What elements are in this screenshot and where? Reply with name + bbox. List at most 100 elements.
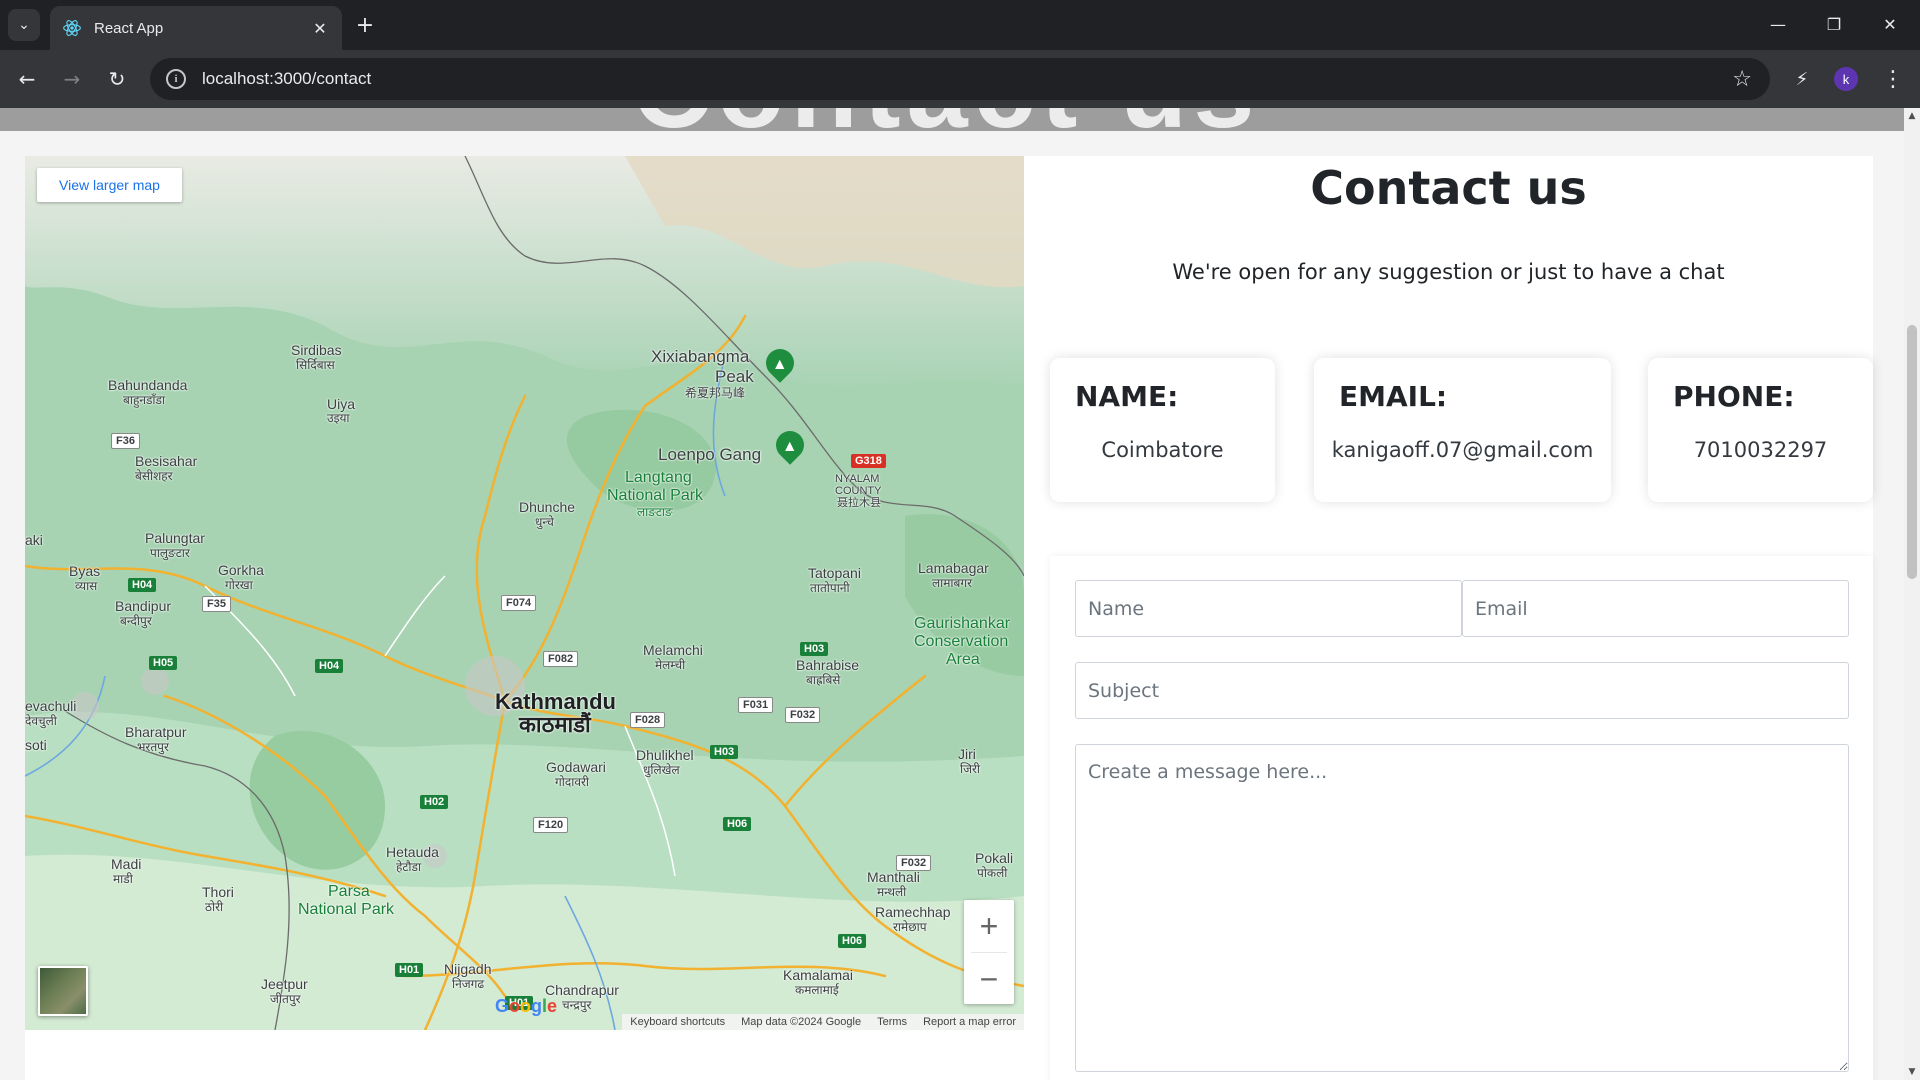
map-label-langtang-np: National Park — [607, 487, 704, 504]
map-label-jeetpur: Jeetpur — [261, 976, 308, 992]
map-label-peak: Peak — [715, 367, 754, 386]
url-text[interactable]: localhost:3000/contact — [202, 69, 1732, 89]
email-input[interactable] — [1462, 580, 1849, 637]
contact-form — [1050, 556, 1873, 1080]
map-label-madi-dev: माडी — [113, 872, 133, 886]
contact-subtitle: We're open for any suggestion or just to… — [1172, 260, 1725, 284]
map-label-chandrapur-dev: चन्द्रपुर — [562, 998, 592, 1012]
info-card-label: EMAIL: — [1339, 380, 1448, 413]
hero-banner: Contact us — [0, 108, 1904, 131]
map-label-godawari-dev: गोदावरी — [555, 775, 590, 789]
map-label-soti: soti — [25, 737, 47, 753]
info-card-email: EMAIL: kanigaoff.07@gmail.com — [1314, 358, 1611, 502]
map-label-bahundanda: Bahundanda — [108, 377, 188, 393]
map-label-langtang: Langtang — [625, 469, 692, 486]
map-data-text: Map data ©2024 Google — [741, 1016, 862, 1028]
map-label-xixiabangma: Xixiabangma — [651, 347, 750, 366]
map-label-kamalamai-dev: कमलामाई — [795, 983, 839, 997]
map-label-ramechhap-dev: रामेछाप — [893, 920, 927, 934]
map-terrain — [25, 156, 1024, 1030]
restore-icon[interactable]: ❐ — [1814, 10, 1854, 38]
map-label-gorkha-dev: गोरखा — [225, 578, 253, 592]
map-label-dhulikhel-dev: धुलिखेल — [643, 763, 680, 777]
map-label-uiya-dev: उइया — [327, 411, 350, 425]
new-tab-plus-icon[interactable]: + — [352, 12, 378, 38]
map-label-thori: Thori — [202, 884, 234, 900]
keyboard-shortcuts-link[interactable]: Keyboard shortcuts — [622, 1016, 733, 1028]
map-label-dhulikhel: Dhulikhel — [636, 747, 694, 763]
subject-input[interactable] — [1075, 662, 1849, 719]
map-label-melamchi-dev: मेलम्ची — [655, 658, 686, 672]
map-label-evachuli: evachuli — [25, 698, 77, 714]
browser-tab[interactable]: React App ✕ — [50, 6, 342, 50]
map-label-kathmandu: Kathmandu — [495, 689, 616, 714]
map-label-nyalam-county: COUNTY — [835, 485, 882, 497]
road-badge: H06 — [838, 934, 867, 948]
map-label-byas: Byas — [69, 563, 101, 579]
map-label-sirdibas-dev: सिर्दिबास — [296, 358, 335, 372]
back-arrow-icon[interactable]: ← — [12, 64, 42, 94]
site-info-icon[interactable]: i — [166, 69, 186, 89]
report-map-error-link[interactable]: Report a map error — [915, 1016, 1024, 1028]
map-label-ramechhap: Ramechhap — [875, 904, 951, 920]
map-label-parsa-np: National Park — [298, 901, 395, 918]
map-label-loenpo: Loenpo Gang — [658, 445, 762, 464]
road-badge: F36 — [111, 433, 140, 449]
window-close-icon[interactable]: ✕ — [1870, 10, 1910, 38]
map-label-evachuli-dev: देवचुली — [25, 714, 57, 728]
info-card-value: 7010032297 — [1693, 438, 1828, 462]
extension-icon[interactable]: ⚡ — [1788, 65, 1816, 93]
scrollbar-thumb[interactable] — [1907, 325, 1917, 579]
minimize-icon[interactable]: — — [1758, 10, 1798, 38]
google-logo: Google — [495, 996, 558, 1016]
bookmark-star-icon[interactable]: ☆ — [1732, 67, 1752, 92]
page-viewport: Contact us — [0, 108, 1904, 1080]
name-input[interactable] — [1075, 580, 1462, 637]
hero-title: Contact us — [632, 108, 1260, 131]
browser-menu-icon[interactable]: ⋮ — [1880, 64, 1906, 94]
satellite-layer-toggle[interactable] — [38, 966, 88, 1016]
view-larger-map-link[interactable]: View larger map — [37, 168, 182, 202]
map-label-uiya: Uiya — [327, 396, 356, 412]
map-label-bandipur-dev: बन्दीपुर — [120, 614, 152, 628]
map-label-manthali: Manthali — [867, 869, 920, 885]
forward-arrow-icon[interactable]: → — [57, 64, 87, 94]
zoom-in-button[interactable]: + — [964, 900, 1014, 952]
map-label-melamchi: Melamchi — [643, 642, 703, 658]
road-badge: H05 — [149, 656, 178, 670]
scroll-down-arrow-icon[interactable]: ▼ — [1904, 1064, 1920, 1080]
terms-link[interactable]: Terms — [869, 1016, 915, 1028]
message-textarea[interactable] — [1075, 744, 1849, 1072]
map-label-dhunche-dev: धुन्चे — [535, 515, 554, 529]
map-label-lamabagar-dev: लामाबगर — [932, 576, 973, 590]
reload-icon[interactable]: ↻ — [102, 64, 132, 94]
map-label-jiri-dev: जिरी — [960, 762, 981, 776]
map-label-palungtar: Palungtar — [145, 530, 205, 546]
tab-search-chevron-icon[interactable]: ⌄ — [8, 9, 40, 41]
info-card-label: NAME: — [1075, 380, 1179, 413]
road-badge: F032 — [785, 707, 821, 723]
map-label-area: Area — [946, 651, 980, 668]
map-zoom-controls: + − — [964, 900, 1014, 1004]
tab-close-icon[interactable]: ✕ — [310, 19, 330, 38]
google-map[interactable]: Kathmandu काठमाडौं Xixiabangma Peak 希夏邦马… — [25, 156, 1024, 1030]
page-scrollbar[interactable]: ▲ ▼ — [1904, 108, 1920, 1080]
profile-avatar[interactable]: k — [1834, 67, 1858, 91]
map-label-nyalam-cn: 聂拉木县 — [837, 497, 881, 509]
map-label-conservation: Conservation — [914, 633, 1009, 650]
road-badge: F120 — [533, 817, 569, 833]
road-badge: H03 — [710, 745, 739, 759]
scroll-up-arrow-icon[interactable]: ▲ — [1904, 108, 1920, 124]
map-label-palungtar-dev: पालुङटार — [150, 546, 190, 560]
zoom-out-button[interactable]: − — [964, 953, 1014, 1005]
tab-title: React App — [94, 19, 164, 37]
map-label-madi: Madi — [111, 856, 142, 872]
address-bar[interactable]: i localhost:3000/contact ☆ — [150, 58, 1770, 100]
contact-title: Contact us — [1310, 161, 1587, 215]
road-badge: H04 — [128, 578, 157, 592]
map-label-tatopani-dev: तातोपानी — [810, 581, 850, 595]
map-label-nijgadh: Nijgadh — [444, 961, 492, 977]
road-badge: F028 — [630, 712, 666, 728]
map-label-langtang-dev: लाङटाङ — [637, 505, 673, 519]
map-label-kathmandu-dev: काठमाडौं — [519, 712, 591, 737]
